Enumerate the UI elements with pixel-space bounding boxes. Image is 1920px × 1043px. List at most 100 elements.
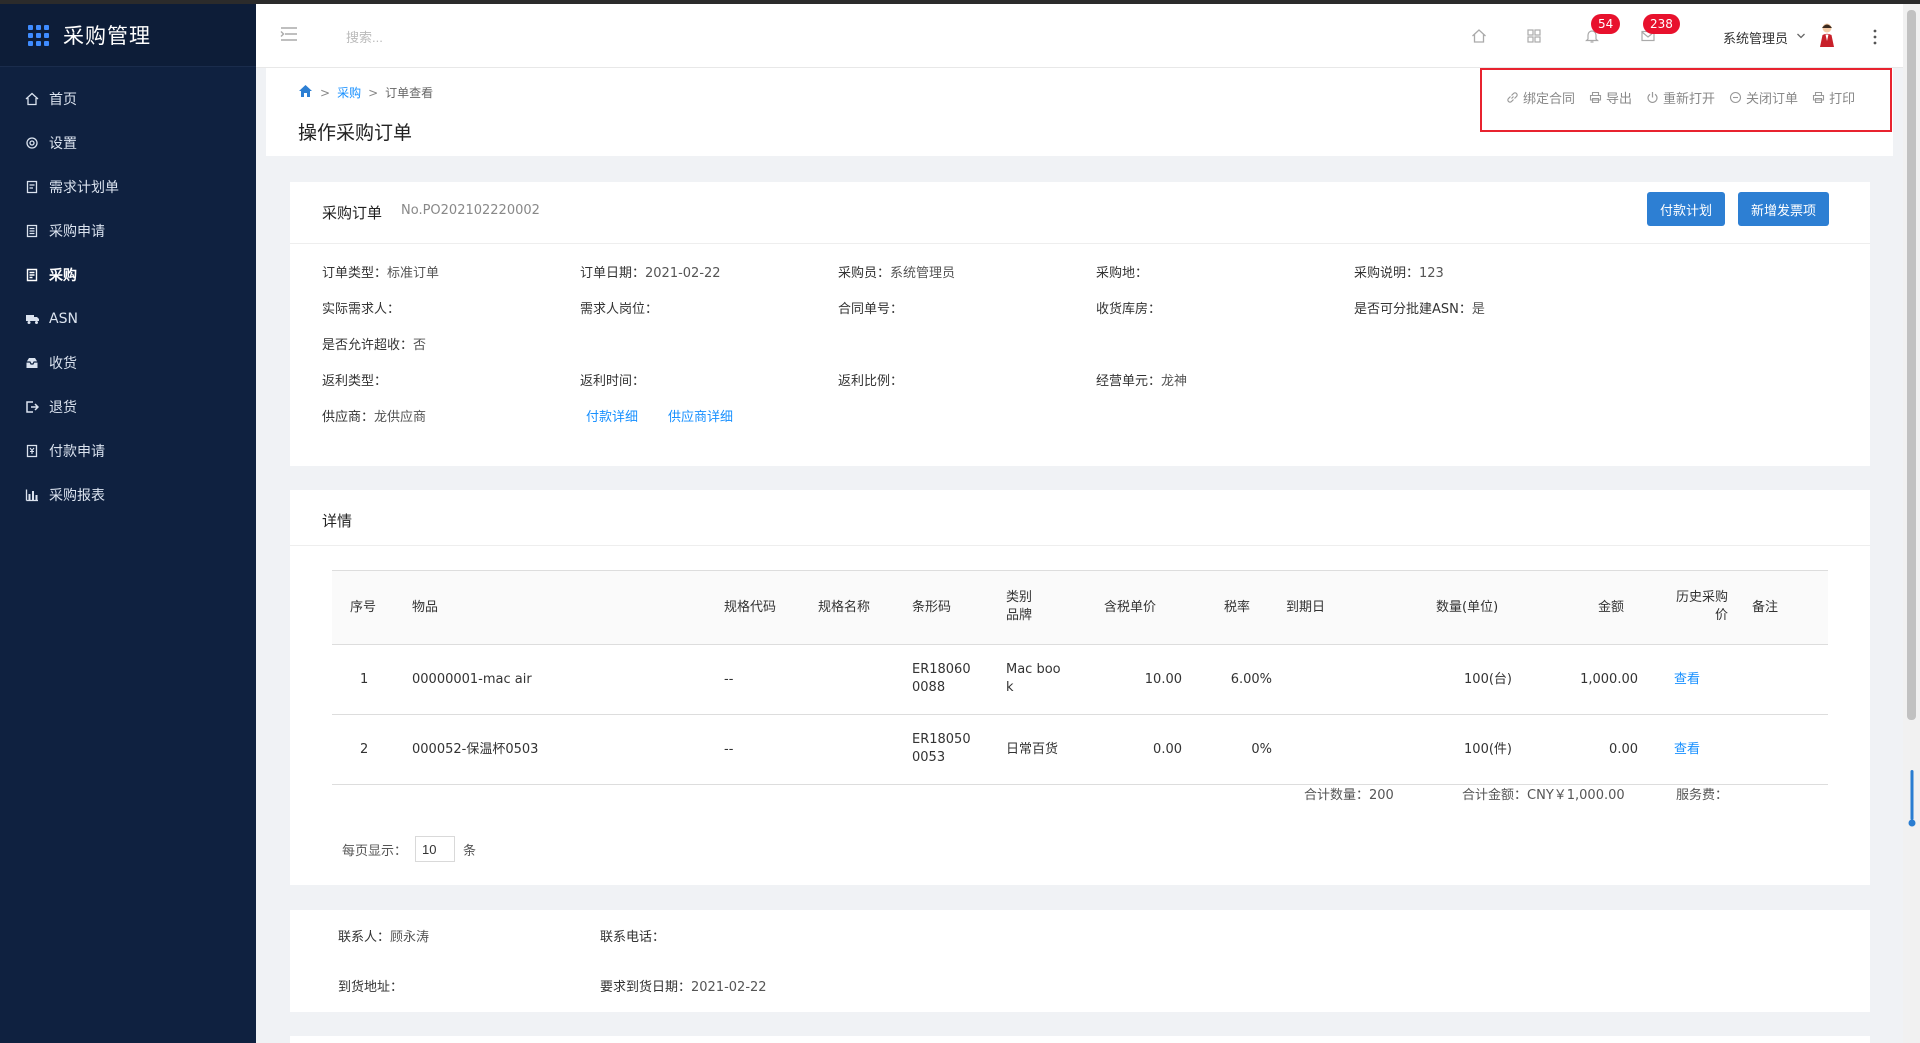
page-header: > 采购 > 订单查看 操作采购订单 绑定合同 导出 重新打开 关闭订单 打印 — [266, 68, 1893, 156]
col-seq: 序号 — [350, 600, 377, 615]
cell-unit-price: 0.00 — [1153, 742, 1182, 757]
cell-amount: 0.00 — [1609, 742, 1638, 757]
field-contact-phone: 联系电话： — [600, 930, 666, 945]
history-price-view-link[interactable]: 查看 — [1674, 741, 1700, 759]
sidebar-item-purchase[interactable]: 采购 — [0, 253, 256, 297]
home-icon[interactable] — [1469, 26, 1489, 46]
field-business-unit: 经营单元：龙神 — [1096, 374, 1188, 389]
field-batch-asn: 是否可分批建ASN：是 — [1354, 302, 1485, 317]
sidebar-item-payment-request[interactable]: 付款申请 — [0, 429, 256, 473]
app-grid-icon[interactable] — [28, 24, 49, 46]
order-card-header: 采购订单 No.PO202102220002 付款计划 新增发票项 — [290, 182, 1870, 244]
sidebar-item-label: 采购申请 — [49, 224, 105, 240]
list-icon — [24, 223, 40, 239]
user-name[interactable]: 系统管理员 — [1723, 28, 1788, 47]
cell-category: Mac boo k — [1006, 662, 1061, 695]
breadcrumb-separator: > — [320, 85, 331, 100]
sidebar-item-return[interactable]: 退货 — [0, 385, 256, 429]
export-button[interactable]: 导出 — [1589, 88, 1632, 107]
thermometer-icon — [1908, 770, 1916, 828]
cell-barcode: ER18050 0053 — [912, 732, 971, 765]
sidebar-item-label: ASN — [49, 311, 78, 327]
field-rebate-type: 返利类型： — [322, 374, 388, 389]
cell-amount: 1,000.00 — [1580, 672, 1638, 687]
message-badge: 238 — [1643, 14, 1680, 34]
field-supplier: 供应商：龙供应商 — [322, 410, 427, 425]
field-contact-person: 联系人：顾永涛 — [338, 930, 430, 945]
vertical-scrollbar[interactable] — [1903, 4, 1920, 1043]
field-delivery-address: 到货地址： — [338, 980, 404, 995]
field-rebate-ratio: 返利比例： — [838, 374, 904, 389]
sidebar-item-demand-plan[interactable]: 需求计划单 — [0, 165, 256, 209]
print-button[interactable]: 打印 — [1812, 88, 1855, 107]
field-order-type: 订单类型：标准订单 — [322, 266, 440, 281]
col-spec-code: 规格代码 — [724, 600, 777, 615]
link-icon — [1506, 91, 1519, 104]
sidebar-item-asn[interactable]: ASN — [0, 297, 256, 341]
field-purchase-note: 采购说明：123 — [1354, 266, 1444, 281]
field-buyer: 采购员：系统管理员 — [838, 266, 956, 281]
action-label: 关闭订单 — [1746, 92, 1799, 107]
truck-icon — [24, 311, 40, 327]
history-price-view-link[interactable]: 查看 — [1674, 671, 1700, 689]
cell-unit-price: 10.00 — [1144, 672, 1182, 687]
sidebar-item-settings[interactable]: 设置 — [0, 121, 256, 165]
service-fee: 服务费： — [1676, 788, 1729, 803]
page-size-control: 每页显示： 条 — [342, 836, 476, 862]
sidebar-item-receiving[interactable]: 收货 — [0, 341, 256, 385]
inbox-icon — [24, 355, 40, 371]
sidebar-item-label: 采购 — [49, 268, 77, 284]
cell-quantity: 100(件) — [1464, 742, 1512, 757]
cell-item: 00000001-mac air — [412, 672, 532, 687]
more-vertical-icon[interactable] — [1868, 28, 1882, 46]
page-size-label: 每页显示： — [342, 843, 408, 859]
order-number: No.PO202102220002 — [401, 203, 540, 218]
cell-category: 日常百货 — [1006, 742, 1059, 757]
clipboard-icon — [24, 267, 40, 283]
sidebar-item-home[interactable]: 首页 — [0, 77, 256, 121]
items-table: 序号 物品 规格代码 规格名称 条形码 类别 品牌 含税单价 税率 到期日 数量(… — [332, 570, 1828, 785]
home-icon[interactable] — [298, 84, 313, 101]
total-quantity: 合计数量：200 — [1304, 788, 1394, 803]
payment-detail-link[interactable]: 付款详细 — [586, 406, 638, 425]
cell-seq: 1 — [360, 672, 369, 687]
search-input[interactable] — [346, 26, 646, 48]
col-history-price: 历史采购价 — [1675, 590, 1728, 623]
close-order-button[interactable]: 关闭订单 — [1729, 88, 1798, 107]
supplier-detail-link[interactable]: 供应商详细 — [668, 406, 733, 425]
action-label: 导出 — [1606, 92, 1633, 107]
sidebar-item-label: 退货 — [49, 400, 77, 416]
sidebar-item-purchase-report[interactable]: 采购报表 — [0, 473, 256, 517]
action-label: 绑定合同 — [1523, 92, 1576, 107]
cell-spec-code: -- — [724, 672, 734, 687]
cell-item: 000052-保温杯0503 — [412, 742, 539, 757]
sidebar: 采购管理 首页 设置 需求计划单 采购申请 采购 ASN 收货 退货 付款申请 … — [0, 4, 256, 1043]
avatar[interactable] — [1817, 22, 1837, 48]
field-rebate-time: 返利时间： — [580, 374, 646, 389]
field-actual-requester: 实际需求人： — [322, 302, 401, 317]
sidebar-item-label: 采购报表 — [49, 488, 105, 504]
scrollbar-thumb[interactable] — [1907, 10, 1916, 720]
menu-toggle-icon[interactable] — [280, 26, 298, 44]
apps-grid-icon[interactable] — [1524, 26, 1544, 46]
printer-icon — [1589, 91, 1602, 104]
reopen-button[interactable]: 重新打开 — [1646, 88, 1715, 107]
top-header: 54 238 系统管理员 — [256, 4, 1903, 68]
page-size-input[interactable] — [415, 836, 456, 862]
bind-contract-button[interactable]: 绑定合同 — [1506, 88, 1575, 107]
sidebar-item-label: 付款申请 — [49, 444, 105, 460]
breadcrumb-separator: > — [368, 85, 379, 100]
payment-plan-button[interactable]: 付款计划 — [1647, 192, 1726, 226]
gear-icon — [24, 135, 40, 151]
payment-icon — [24, 443, 40, 459]
field-requester-post: 需求人岗位： — [580, 302, 659, 317]
chevron-down-icon[interactable] — [1796, 30, 1806, 40]
sidebar-item-purchase-request[interactable]: 采购申请 — [0, 209, 256, 253]
breadcrumb: > 采购 > 订单查看 — [298, 84, 433, 101]
add-invoice-button[interactable]: 新增发票项 — [1738, 192, 1830, 226]
breadcrumb-purchase-link[interactable]: 采购 — [337, 84, 361, 101]
field-warehouse: 收货库房： — [1096, 302, 1162, 317]
table-row: 2 000052-保温杯0503 -- ER18050 0053 日常百货 0.0… — [332, 715, 1828, 785]
col-unit-price: 含税单价 — [1104, 600, 1157, 615]
detail-card-header: 详情 — [290, 490, 1870, 546]
